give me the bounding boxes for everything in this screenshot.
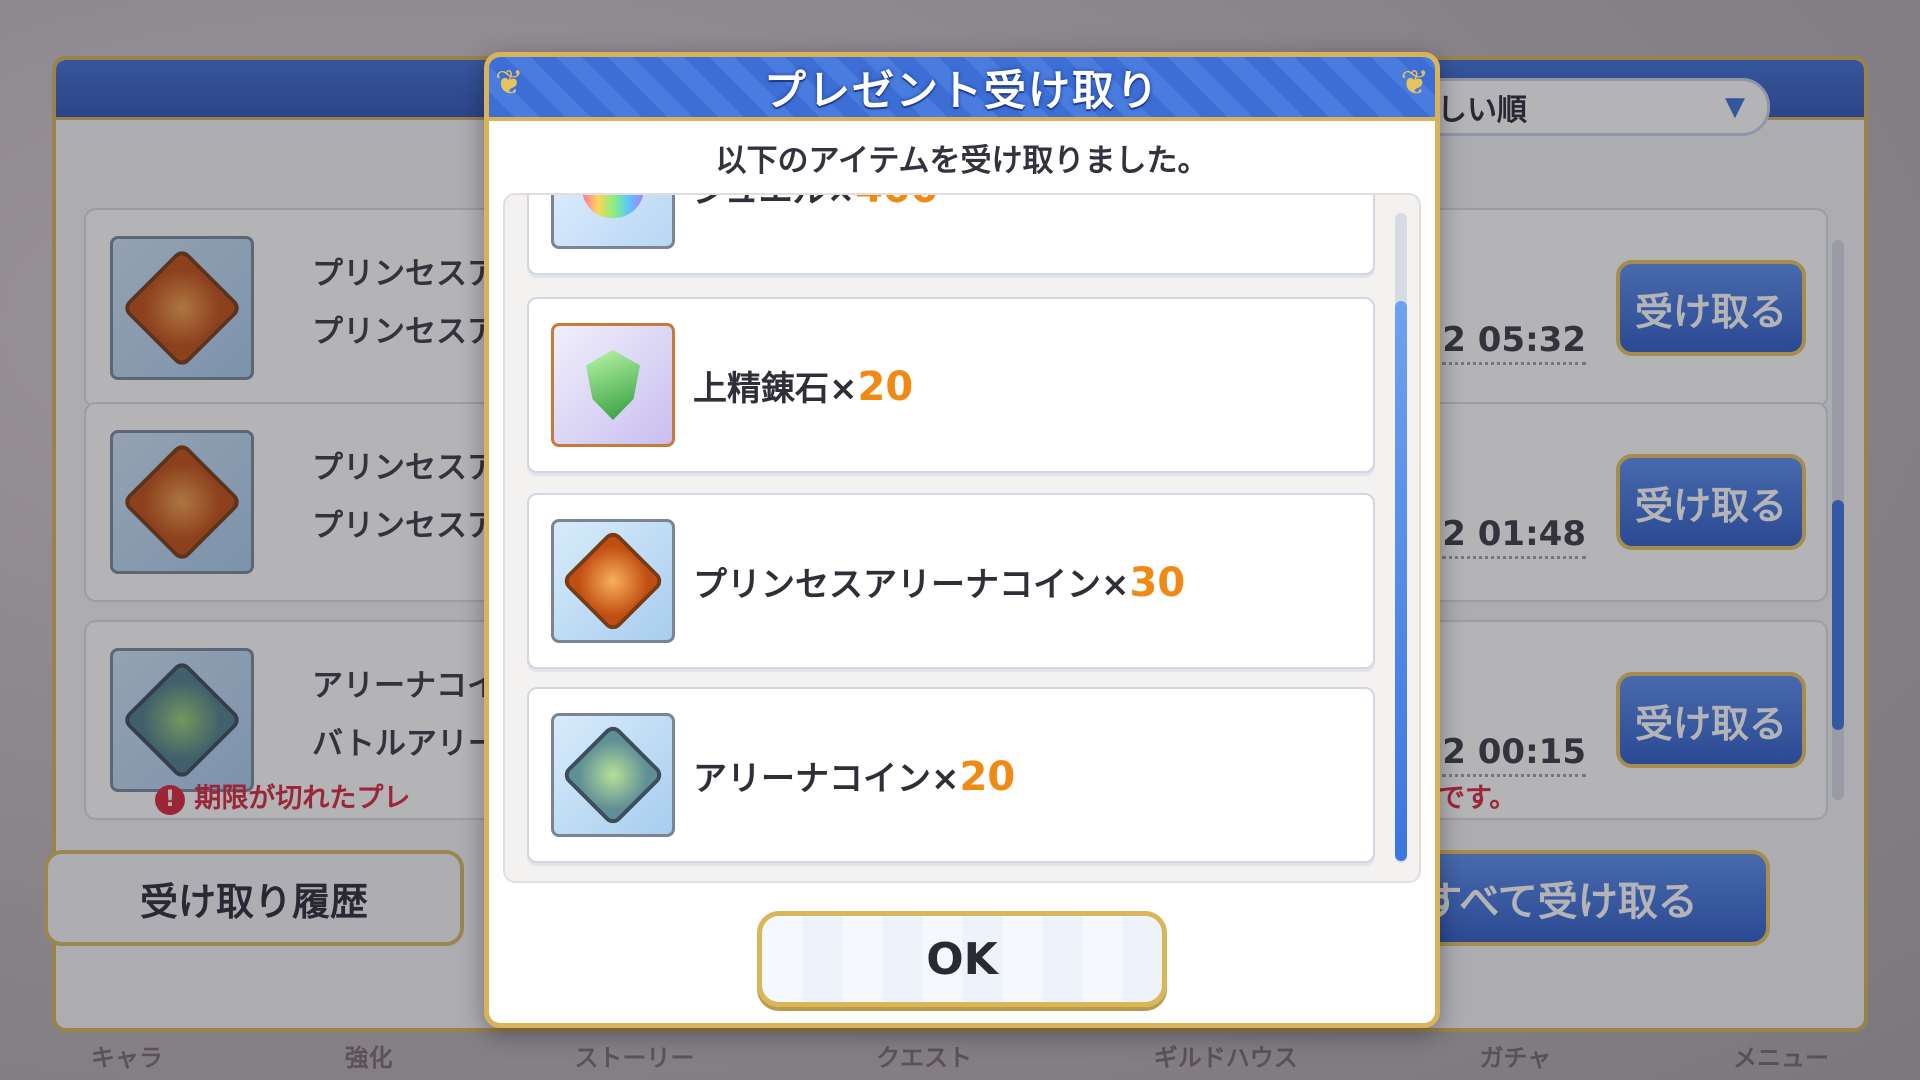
item-quantity: 30 (1129, 560, 1186, 606)
item-label: ジュエル×400 (693, 195, 939, 212)
item-name: アリーナコイン× (693, 759, 960, 799)
item-quantity: 400 (855, 195, 939, 212)
item-quantity: 20 (857, 364, 914, 410)
item-label: プリンセスアリーナコイン×30 (693, 557, 1185, 606)
item-label: 上精錬石×20 (693, 361, 913, 410)
dialog-title: プレゼント受け取り (763, 65, 1160, 115)
received-item-row: アリーナコイン×20 (527, 687, 1375, 863)
received-item-row: プリンセスアリーナコイン×30 (527, 493, 1375, 669)
received-items-list[interactable]: ジュエル×400 上精錬石×20 プリンセスアリーナコイン×30 アリーナコイン… (503, 193, 1421, 883)
received-item-row: ジュエル×400 (527, 195, 1375, 275)
received-items-scrollbar[interactable] (1395, 213, 1407, 863)
corner-ornament-icon: ❦ (1400, 63, 1430, 103)
princess-arena-coin-icon (551, 519, 675, 643)
item-name: プリンセスアリーナコイン× (693, 565, 1130, 605)
received-item-row: 上精錬石×20 (527, 297, 1375, 473)
jewel-icon (551, 195, 675, 249)
ok-button[interactable]: OK (757, 911, 1167, 1007)
arena-coin-icon (551, 713, 675, 837)
corner-ornament-icon: ❦ (495, 63, 524, 103)
present-received-dialog: ❦ プレゼント受け取り ❦ 以下のアイテムを受け取りました。 ジュエル×400 … (484, 52, 1440, 1028)
refined-stone-icon (551, 323, 675, 447)
item-quantity: 20 (959, 754, 1016, 800)
item-name: 上精錬石× (693, 369, 858, 409)
item-name: ジュエル× (693, 195, 855, 211)
dialog-header: ❦ プレゼント受け取り ❦ (489, 57, 1435, 121)
dialog-subtitle: 以下のアイテムを受け取りました。 (715, 143, 1209, 179)
item-label: アリーナコイン×20 (693, 751, 1015, 800)
